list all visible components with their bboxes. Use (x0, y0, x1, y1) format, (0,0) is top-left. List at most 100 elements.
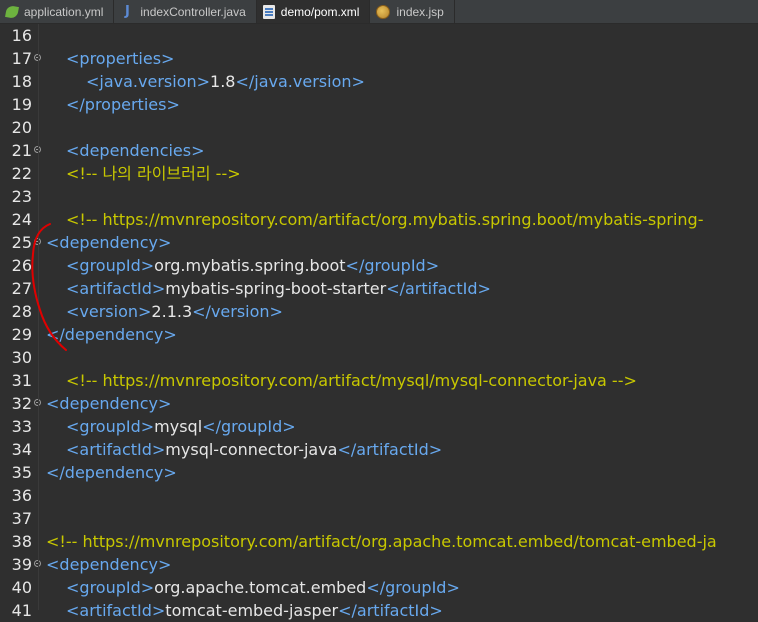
java-file-icon: J (124, 3, 130, 19)
jsp-globe-icon (376, 4, 391, 19)
line-number: 29 (11, 325, 32, 344)
code-line[interactable]: 32 <dependency> (0, 392, 758, 415)
line-number: 37 (11, 509, 32, 528)
code-line[interactable]: 27 <artifactId>mybatis-spring-boot-starte… (0, 277, 758, 300)
code-line[interactable]: 33 <groupId>mysql</groupId> (0, 415, 758, 438)
line-number: 40 (11, 578, 32, 597)
code-content: <!-- https://mvnrepository.com/artifact/… (66, 208, 703, 231)
line-number: 16 (11, 26, 32, 45)
line-number: 39 (11, 555, 32, 574)
line-number: 36 (11, 486, 32, 505)
code-content: <!-- https://mvnrepository.com/artifact/… (66, 369, 637, 392)
code-line[interactable]: 34 <artifactId>mysql-connector-java</arti… (0, 438, 758, 461)
code-line[interactable]: 29 </dependency> (0, 323, 758, 346)
xml-tag: </groupId> (366, 578, 460, 597)
code-content: </dependency> (46, 461, 177, 484)
xml-tag: <groupId> (66, 256, 155, 275)
code-line[interactable]: 36 (0, 484, 758, 507)
xml-tag: <version> (66, 302, 152, 321)
line-number: 22 (11, 164, 32, 183)
code-content: <groupId>mysql</groupId> (66, 415, 296, 438)
xml-comment: <!-- 나의 라이브러리 --> (66, 164, 241, 183)
code-line[interactable]: 21 <dependencies> (0, 139, 758, 162)
code-line[interactable]: 23 (0, 185, 758, 208)
tab-index-controller-java[interactable]: J indexController.java (114, 0, 257, 23)
code-line[interactable]: 31 <!-- https://mvnrepository.com/artifac… (0, 369, 758, 392)
code-line[interactable]: 41 <artifactId>tomcat-embed-jasper</artif… (0, 599, 758, 622)
xml-tag: <groupId> (66, 578, 155, 597)
line-number: 23 (11, 187, 32, 206)
line-number: 26 (11, 256, 32, 275)
code-content: <dependency> (46, 392, 171, 415)
code-line[interactable]: 38 <!-- https://mvnrepository.com/artifac… (0, 530, 758, 553)
xml-tag: </dependency> (46, 325, 177, 344)
tab-application-yml[interactable]: application.yml (0, 0, 115, 23)
xml-comment: <!-- https://mvnrepository.com/artifact/… (66, 210, 704, 229)
xml-tag: <dependency> (46, 555, 172, 574)
xml-tag: </properties> (66, 95, 180, 114)
code-line[interactable]: 18 <java.version>1.8</java.version> (0, 70, 758, 93)
xml-tag: <artifactId> (66, 440, 166, 459)
code-line[interactable]: 35 </dependency> (0, 461, 758, 484)
xml-tag: <dependency> (46, 394, 172, 413)
editor-tab-bar: application.yml J indexController.java d… (0, 0, 758, 24)
code-line[interactable]: 30 (0, 346, 758, 369)
xml-tag: <artifactId> (66, 279, 166, 298)
xml-tag: </groupId> (202, 417, 296, 436)
line-number: 38 (11, 532, 32, 551)
code-line[interactable]: 22 <!-- 나의 라이브러리 --> (0, 162, 758, 185)
xml-text: org.mybatis.spring.boot (154, 256, 346, 275)
xml-text: org.apache.tomcat.embed (154, 578, 367, 597)
tab-label: demo/pom.xml (280, 4, 360, 19)
code-line[interactable]: 40 <groupId>org.apache.tomcat.embed</grou… (0, 576, 758, 599)
xml-tag: <groupId> (66, 417, 155, 436)
code-line[interactable]: 16 (0, 24, 758, 47)
line-number: 31 (11, 371, 32, 390)
xml-tag: </dependency> (46, 463, 177, 482)
code-line[interactable]: 26 <groupId>org.mybatis.spring.boot</grou… (0, 254, 758, 277)
code-line[interactable]: 28 <version>2.1.3</version> (0, 300, 758, 323)
tab-pom-xml[interactable]: demo/pom.xml (256, 0, 371, 23)
code-line[interactable]: 24 <!-- https://mvnrepository.com/artifac… (0, 208, 758, 231)
xml-text: 2.1.3 (151, 302, 193, 321)
code-content: <groupId>org.mybatis.spring.boot</groupI… (66, 254, 439, 277)
code-content: </dependency> (46, 323, 177, 346)
line-number: 20 (11, 118, 32, 137)
code-line[interactable]: 25 <dependency> (0, 231, 758, 254)
line-number: 30 (11, 348, 32, 367)
gutter-divider (38, 24, 39, 610)
tab-label: indexController.java (140, 4, 246, 19)
xml-tag: <dependency> (46, 233, 172, 252)
tab-label: application.yml (24, 4, 104, 19)
code-content: <java.version>1.8</java.version> (86, 70, 365, 93)
line-number: 19 (11, 95, 32, 114)
code-line[interactable]: 20 (0, 116, 758, 139)
xml-tag: <java.version> (86, 72, 211, 91)
xml-tag: </java.version> (235, 72, 365, 91)
code-content: <!-- 나의 라이브러리 --> (66, 162, 241, 185)
xml-comment: <!-- https://mvnrepository.com/artifact/… (66, 371, 637, 390)
code-content: <artifactId>mybatis-spring-boot-starter<… (66, 277, 491, 300)
code-line[interactable]: 37 (0, 507, 758, 530)
code-content: <artifactId>mysql-connector-java</artifa… (66, 438, 442, 461)
xml-text: mybatis-spring-boot-starter (165, 279, 387, 298)
code-editor[interactable]: 16 17 <properties> 18 <java.version>1.8</jav… (0, 24, 758, 620)
code-content: <dependencies> (66, 139, 205, 162)
code-content: <properties> (66, 47, 174, 70)
line-number: 35 (11, 463, 32, 482)
xml-tag: </groupId> (345, 256, 440, 275)
xml-tag: </artifactId> (338, 601, 443, 620)
line-number: 27 (11, 279, 32, 298)
line-number: 33 (11, 417, 32, 436)
code-line[interactable]: 39 <dependency> (0, 553, 758, 576)
code-line[interactable]: 19 </properties> (0, 93, 758, 116)
code-content: <dependency> (46, 231, 171, 254)
code-content: <version>2.1.3</version> (66, 300, 283, 323)
tab-index-jsp[interactable]: index.jsp (370, 0, 455, 23)
code-line[interactable]: 17 <properties> (0, 47, 758, 70)
line-number: 17 (11, 49, 32, 68)
code-content: <artifactId>tomcat-embed-jasper</artifac… (66, 599, 443, 622)
xml-text: tomcat-embed-jasper (165, 601, 339, 620)
line-number: 41 (11, 601, 32, 620)
code-content: <dependency> (46, 553, 171, 576)
